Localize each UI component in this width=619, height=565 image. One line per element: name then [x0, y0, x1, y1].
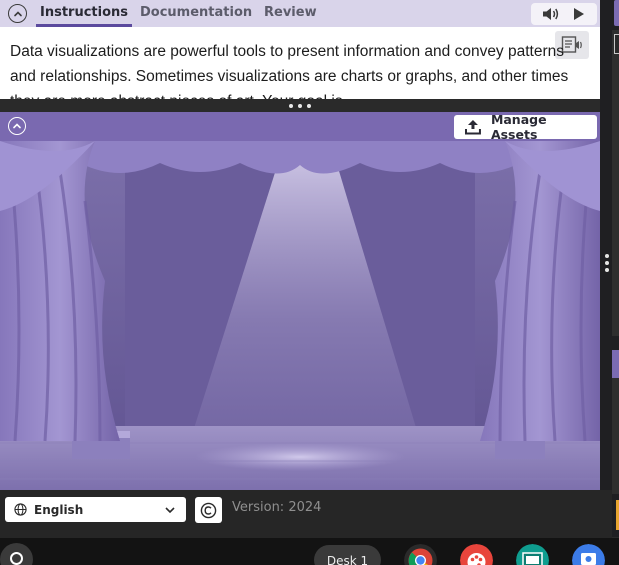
audio-controls: [531, 3, 597, 25]
tab-instructions[interactable]: Instructions: [36, 0, 133, 27]
manage-assets-label: Manage Assets: [490, 112, 547, 142]
collapse-instructions-icon[interactable]: [8, 4, 27, 23]
right-panel-header-2: [612, 350, 619, 378]
chevron-down-icon: [165, 507, 175, 514]
side-resize-handle[interactable]: [602, 254, 612, 278]
desk-switcher[interactable]: Desk 1: [314, 545, 381, 565]
collapse-stage-icon[interactable]: [8, 117, 26, 135]
launcher-icon: [10, 552, 23, 565]
tab-documentation[interactable]: Documentation: [140, 0, 252, 27]
speaker-icon[interactable]: [542, 6, 560, 22]
play-icon[interactable]: [569, 6, 587, 22]
resize-dots-icon: [289, 104, 311, 108]
right-panel-header: [614, 0, 619, 26]
copyright-icon: [200, 502, 217, 518]
tab-review[interactable]: Review: [264, 0, 317, 27]
language-label: English: [34, 502, 84, 517]
version-label: Version: 2024: [232, 500, 322, 515]
right-panel-body: [612, 30, 619, 336]
copyright-button[interactable]: [195, 497, 222, 523]
theater-stage-image: [0, 141, 600, 490]
instructions-panel: Instructions Documentation Review Data v…: [0, 0, 600, 112]
manage-assets-button[interactable]: Manage Assets: [454, 112, 597, 142]
language-select[interactable]: English: [5, 497, 186, 522]
right-panel-body-2: [612, 378, 619, 494]
upload-icon: [464, 120, 481, 135]
globe-icon: [14, 503, 27, 516]
stage-canvas[interactable]: [0, 141, 600, 490]
right-panel-button[interactable]: [614, 34, 619, 54]
